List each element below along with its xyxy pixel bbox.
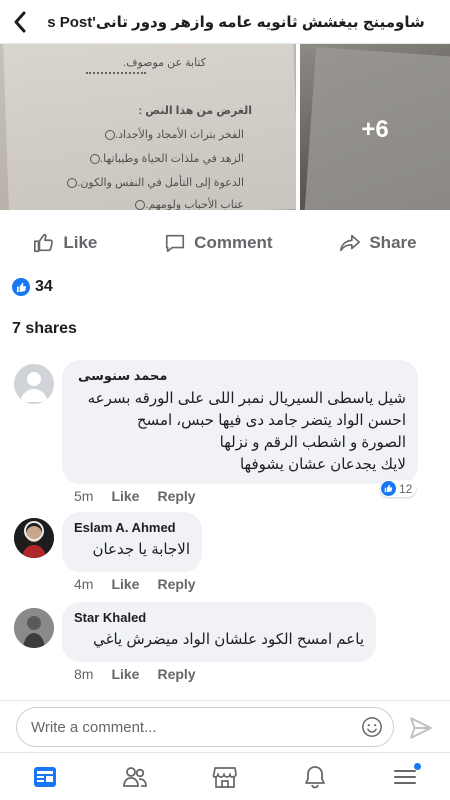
- tab-notifications[interactable]: [295, 757, 335, 797]
- photo-more[interactable]: +6: [300, 44, 450, 210]
- comment-input-box[interactable]: [16, 707, 394, 747]
- like-reaction-icon: [12, 278, 30, 296]
- comment-author[interactable]: Star Khaled: [74, 610, 364, 625]
- comment-like-link[interactable]: Like: [111, 488, 139, 504]
- paper-line: عتاب الأحباب ولومهم.: [129, 198, 244, 210]
- tab-friends[interactable]: [115, 757, 155, 797]
- comment-composer: [0, 700, 450, 750]
- comment-text: الاجابة يا جدعان: [92, 541, 190, 558]
- paper-line: كتابة عن موصوف.: [123, 57, 206, 69]
- back-button[interactable]: [0, 0, 40, 44]
- notifications-icon: [305, 765, 325, 788]
- paper-dots: [86, 72, 146, 78]
- paper-line-text: الفخر بتراث الأمجاد والأجداد.: [115, 129, 244, 141]
- post-header: شاومينج بيغشش ثانويه عامه وازهر ودور تان…: [0, 0, 450, 44]
- back-icon: [14, 11, 26, 32]
- like-icon: [34, 233, 54, 253]
- photo-exam-paper[interactable]: كتابة عن موصوف. الغرض من هذا النص : الفخ…: [0, 44, 296, 210]
- comment-bubble[interactable]: محمد سنوسى شيل ياسطى السيريال نمبر اللى …: [62, 360, 418, 484]
- paper-line: الفخر بتراث الأمجاد والأجداد.: [99, 128, 244, 141]
- bottom-tab-bar: [0, 752, 450, 800]
- comment-time: 4m: [74, 576, 94, 592]
- comment-button[interactable]: Comment: [164, 232, 273, 254]
- send-icon[interactable]: [408, 715, 434, 741]
- comment-time: 8m: [74, 666, 94, 682]
- menu-notification-dot: [414, 762, 421, 770]
- tab-feed[interactable]: [25, 757, 65, 797]
- comment-reactions-count: 12: [399, 481, 413, 496]
- comment-line: لايك يجدعان عشان يشوفها: [239, 456, 406, 473]
- like-label: Like: [63, 233, 98, 252]
- comment-author[interactable]: محمد سنوسى: [74, 368, 406, 384]
- option-circle: [90, 154, 101, 165]
- comment-bubble[interactable]: Star Khaled ياعم امسح الكود علشان الواد …: [62, 602, 376, 662]
- post-title: شاومينج بيغشش ثانويه عامه وازهر ودور تان…: [47, 13, 425, 31]
- user-avatar-icon: [14, 608, 54, 648]
- paper-line-text: الدعوة إلى التأمل في النفس والكون.: [77, 177, 244, 189]
- option-circle: [105, 130, 116, 141]
- comment-line: الصورة و اشطب الرقم و نزلها: [219, 434, 406, 451]
- comment-input[interactable]: [31, 718, 361, 736]
- comment-label: Comment: [194, 233, 273, 252]
- avatar[interactable]: [14, 518, 54, 558]
- like-button[interactable]: Like: [33, 232, 97, 254]
- tab-menu[interactable]: [385, 757, 425, 797]
- avatar[interactable]: [14, 608, 54, 648]
- comment-meta: 5m Like Reply: [74, 488, 196, 504]
- user-avatar-icon: [14, 518, 54, 558]
- tab-marketplace[interactable]: [205, 757, 245, 797]
- paper-line-text: الزهد في ملذات الحياة وطيباتها.: [100, 153, 244, 165]
- avatar[interactable]: [14, 364, 54, 404]
- comment-author[interactable]: Eslam A. Ahmed: [74, 520, 190, 535]
- friends-icon: [123, 766, 147, 787]
- comment-line: شيل ياسطى السيريال نمبر اللى على الورقه …: [87, 390, 406, 407]
- more-photos-count: +6: [361, 116, 389, 143]
- comment-time: 5m: [74, 488, 94, 504]
- post-photos: كتابة عن موصوف. الغرض من هذا النص : الفخ…: [0, 44, 450, 210]
- post-actions: Like Comment Share: [0, 222, 450, 264]
- paper-line: الدعوة إلى التأمل في النفس والكون.: [61, 176, 244, 189]
- reactions-count: 34: [35, 278, 53, 295]
- comment-icon: [166, 234, 185, 253]
- paper-line: الزهد في ملذات الحياة وطيباتها.: [84, 152, 244, 165]
- comment-reply-link[interactable]: Reply: [157, 576, 195, 592]
- share-label: Share: [369, 233, 417, 252]
- comment-meta: 4m Like Reply: [74, 576, 196, 592]
- paper-line: الغرض من هذا النص :: [138, 105, 253, 117]
- comment-like-link[interactable]: Like: [111, 666, 139, 682]
- comment-reply-link[interactable]: Reply: [157, 488, 195, 504]
- comment-meta: 8m Like Reply: [74, 666, 196, 682]
- comment-text: شيل ياسطى السيريال نمبر اللى على الورقه …: [74, 388, 406, 476]
- comment-bubble[interactable]: Eslam A. Ahmed الاجابة يا جدعان: [62, 512, 202, 572]
- marketplace-icon: [212, 766, 237, 788]
- default-avatar-icon: [14, 364, 54, 404]
- feed-icon: [34, 766, 56, 787]
- like-reaction-icon: [381, 481, 396, 496]
- comment-line: احسن الواد يتضر جامد دى فيها حبس، امسح: [136, 412, 406, 429]
- share-icon: [340, 234, 361, 252]
- comment-reactions[interactable]: 12: [380, 480, 417, 497]
- share-button[interactable]: Share: [339, 232, 417, 254]
- emoji-icon[interactable]: [361, 716, 383, 738]
- paper-line-text: عتاب الأحباب ولومهم.: [145, 199, 244, 210]
- comment-text: ياعم امسح الكود علشان الواد ميضرش ياغي: [93, 631, 364, 648]
- reactions-summary[interactable]: 34: [12, 278, 53, 296]
- option-circle: [67, 178, 78, 189]
- comment-reply-link[interactable]: Reply: [157, 666, 195, 682]
- comment-like-link[interactable]: Like: [111, 576, 139, 592]
- shares-count[interactable]: 7 shares: [12, 320, 77, 338]
- option-circle: [135, 200, 146, 210]
